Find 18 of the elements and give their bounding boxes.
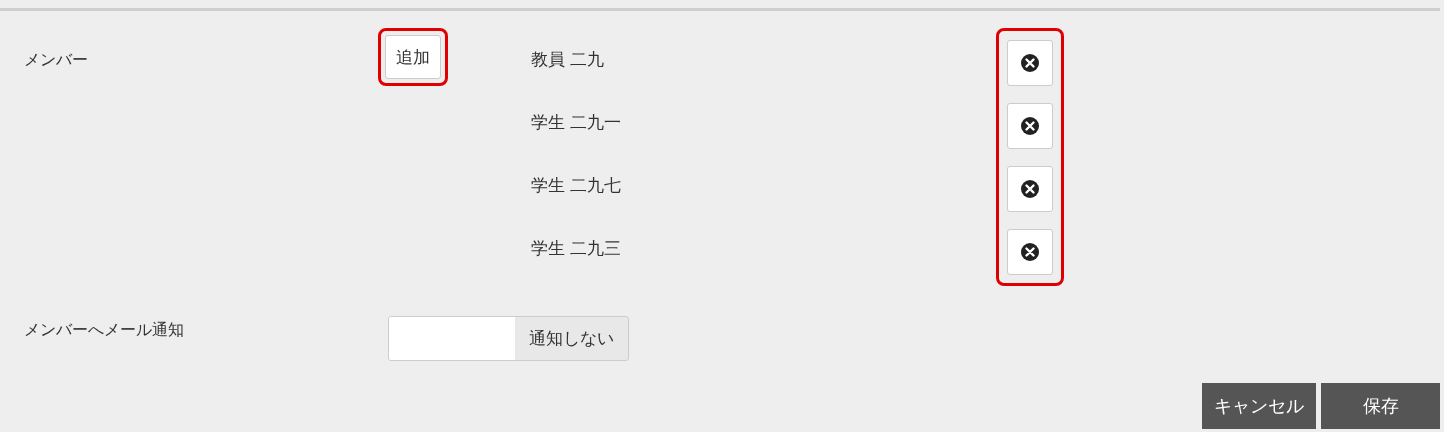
remove-button[interactable]: [1007, 228, 1053, 275]
close-icon: [1020, 178, 1040, 199]
member-name: 学生 二九三: [531, 237, 623, 260]
member-name: 教員 二九: [531, 48, 606, 71]
field-label: メンバーへメール通知: [24, 319, 185, 341]
remove-button[interactable]: [1007, 102, 1053, 149]
cancel-button[interactable]: キャンセル: [1202, 383, 1316, 429]
field-label: メンバー: [24, 49, 89, 71]
member-name: 学生 二九七: [531, 174, 623, 197]
save-button[interactable]: 保存: [1321, 383, 1440, 429]
close-icon: [1020, 52, 1040, 73]
close-icon: [1020, 241, 1040, 262]
remove-button[interactable]: [1007, 39, 1053, 86]
remove-button[interactable]: [1007, 165, 1053, 212]
notify-toggle[interactable]: 通知しない: [388, 316, 629, 361]
close-icon: [1020, 115, 1040, 136]
add-button[interactable]: 追加: [385, 35, 441, 79]
member-name: 学生 二九一: [531, 111, 623, 134]
